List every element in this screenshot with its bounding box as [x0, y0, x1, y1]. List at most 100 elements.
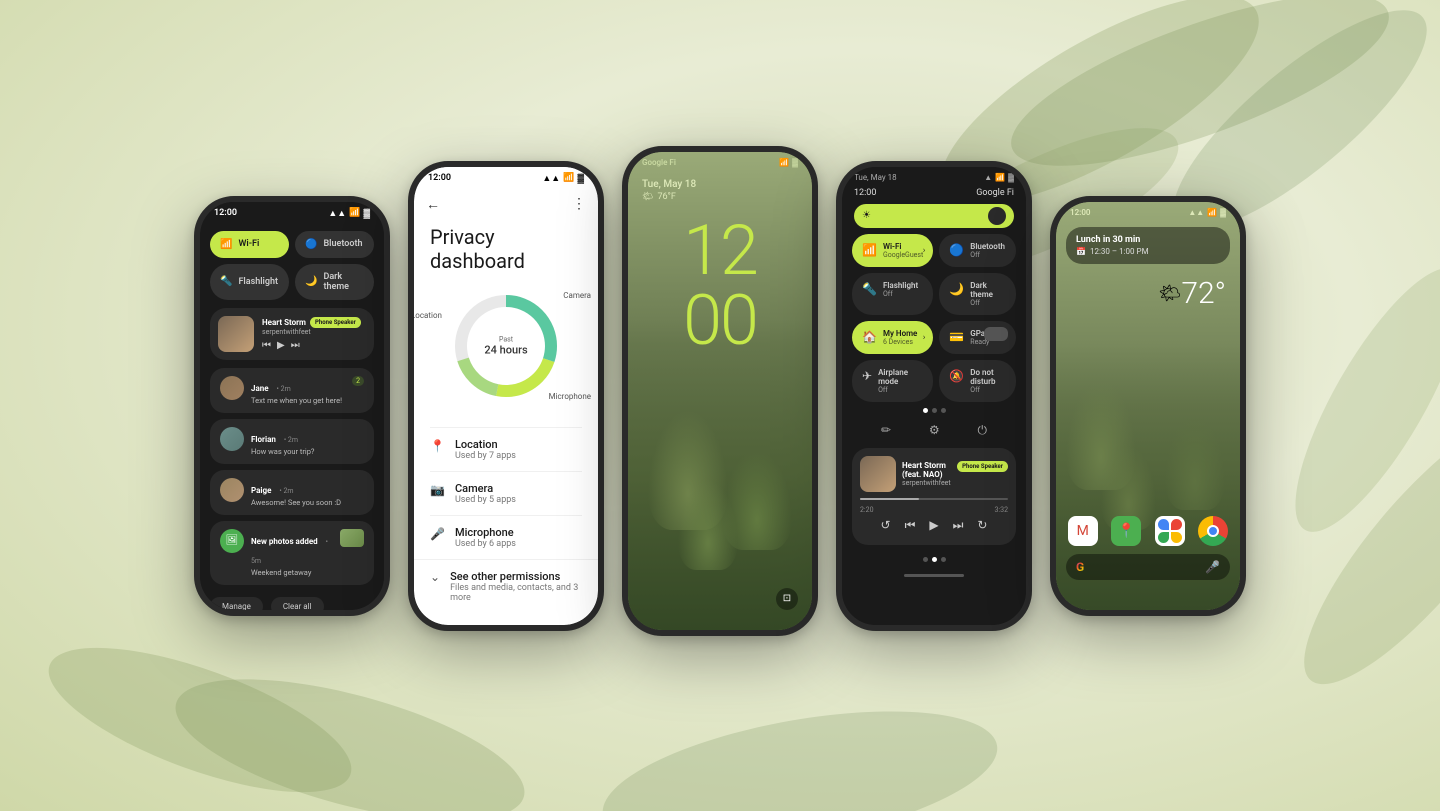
home-search-bar[interactable]: G 🎤	[1066, 554, 1230, 580]
home-calendar-widget[interactable]: Lunch in 30 min 📅 12:30 – 1:00 PM	[1066, 227, 1230, 264]
qs-media-dot-2	[932, 557, 937, 562]
qs-media-artist: serpentwithfeet	[902, 479, 1008, 487]
notif-florian: Florian • 2m How was your trip?	[210, 419, 374, 464]
qs-dnd-name: Do not disturb	[970, 368, 1006, 386]
qs-replay-btn[interactable]: ↺	[881, 518, 891, 533]
qs-media-info: Phone Speaker Heart Storm (feat. NAO) se…	[902, 461, 1008, 487]
donut-value: 24 hours	[484, 343, 527, 356]
bluetooth-tile[interactable]: 🔵 Bluetooth	[295, 231, 374, 258]
lock-time-hours: 12	[628, 216, 812, 286]
perm-microphone[interactable]: 🎤 Microphone Used by 6 apps	[430, 515, 582, 559]
qs-time: 12:00	[854, 188, 876, 198]
see-other-section[interactable]: ⌄ See other permissions Files and media,…	[414, 559, 598, 613]
screenshot-icon: ⊡	[783, 593, 791, 604]
qs-prev-btn[interactable]: ⏮	[905, 518, 916, 533]
qs-bt-info: Bluetooth Off	[970, 242, 1005, 259]
maps-icon[interactable]: 📍	[1111, 516, 1141, 546]
qs-media-dot-1	[923, 557, 928, 562]
qs-airplane-tile[interactable]: ✈ Airplane mode Off	[852, 360, 933, 402]
qs-play-btn[interactable]: ▶	[929, 518, 938, 533]
gmail-icon[interactable]: M	[1068, 516, 1098, 546]
qs-dnd-tile[interactable]: 🔕 Do not disturb Off	[939, 360, 1016, 402]
qs-gpay-tile[interactable]: 💳 GPay Ready	[939, 321, 1016, 354]
phone-1-notifications: 12:00 ▲▲ 📶 ▓ 📶 Wi-Fi 🔵 Bluetoo	[194, 196, 390, 616]
brightness-handle[interactable]	[988, 207, 1006, 225]
power-icon[interactable]: ⏻	[978, 423, 988, 438]
photos-icon[interactable]	[1155, 516, 1185, 546]
qs-flashlight-tile[interactable]: 🔦 Flashlight Off	[852, 273, 933, 315]
qs-dnd-info: Do not disturb Off	[970, 368, 1006, 394]
dark-theme-tile[interactable]: 🌙 Dark theme	[295, 264, 374, 300]
qs-time-end: 3:32	[995, 506, 1009, 514]
qs-bottom-controls: ✏ ⚙ ⏻	[842, 419, 1026, 442]
qs-brightness-slider[interactable]: ☀	[854, 204, 1014, 228]
status-bar-2: 12:00 ▲▲ 📶 ▓	[414, 167, 598, 188]
qs-signal-icon: ▲	[984, 173, 992, 182]
notif-msg-florian: How was your trip?	[251, 447, 364, 456]
lock-time: 12 00	[628, 206, 812, 366]
qs-dark-info: Dark theme Off	[970, 281, 1006, 307]
qs-bt-sub: Off	[970, 251, 1005, 259]
qs-dot-3	[941, 408, 946, 413]
settings-icon[interactable]: ⚙	[929, 423, 940, 438]
qs-status-icons: ▲ 📶 ▓	[984, 173, 1014, 182]
qs-dark-icon: 🌙	[949, 282, 964, 296]
microphone-icon[interactable]: 🎤	[1205, 560, 1220, 574]
qs-dnd-sub: Off	[970, 386, 1006, 394]
qs-bluetooth-tile[interactable]: 🔵 Bluetooth Off	[939, 234, 1016, 267]
quick-settings-screen: Tue, May 18 ▲ 📶 ▓ 12:00 Google Fi ☀	[842, 167, 1026, 625]
notif-jane: Jane • 2m Text me when you get here! 2	[210, 368, 374, 413]
wifi-tile-label: Wi-Fi	[238, 239, 259, 249]
google-logo: G	[1076, 560, 1084, 574]
calendar-icon: 📅	[1076, 247, 1086, 256]
play-btn-1[interactable]: ▶	[277, 340, 285, 351]
qs-forward-btn[interactable]: ↻	[977, 518, 987, 533]
perm-mic-detail: Used by 6 apps	[455, 539, 516, 549]
qs-home-tile[interactable]: 🏠 My Home 6 Devices ›	[852, 321, 933, 354]
phone-3-lockscreen: Google Fi 📶 ▓ Tue, May 18 🌤 76°F 12 00	[622, 146, 818, 636]
phones-container: 12:00 ▲▲ 📶 ▓ 📶 Wi-Fi 🔵 Bluetoo	[0, 0, 1440, 811]
lock-battery-icon: ▓	[792, 158, 798, 167]
notifications-screen: 12:00 ▲▲ 📶 ▓ 📶 Wi-Fi 🔵 Bluetoo	[200, 202, 384, 610]
perm-camera-detail: Used by 5 apps	[455, 495, 516, 505]
home-weather-row: 🌤 72°	[1056, 270, 1240, 317]
qs-time-row: 2:20 3:32	[860, 506, 1008, 514]
gmail-wrapper: M	[1066, 516, 1100, 546]
menu-button[interactable]: ⋮	[572, 196, 586, 212]
qs-wifi-icon: 📶	[995, 173, 1005, 182]
home-temp: 72°	[1181, 276, 1226, 311]
back-button[interactable]: ←	[426, 196, 440, 213]
next-btn-1[interactable]: ⏭	[291, 340, 300, 351]
privacy-donut-chart: Past 24 hours Camera Location Microphone	[441, 281, 571, 411]
quick-tiles: 📶 Wi-Fi 🔵 Bluetooth 🔦 Flashlight 🌙 Dark …	[200, 223, 384, 308]
manage-button[interactable]: Manage	[210, 597, 263, 610]
qs-dark-tile[interactable]: 🌙 Dark theme Off	[939, 273, 1016, 315]
qs-airplane-icon: ✈	[862, 369, 872, 383]
maps-wrapper: 📍	[1110, 516, 1144, 546]
qs-dot-2	[932, 408, 937, 413]
flashlight-tile[interactable]: 🔦 Flashlight	[210, 264, 289, 300]
perm-location-detail: Used by 7 apps	[455, 451, 516, 461]
screenshot-button[interactable]: ⊡	[776, 588, 798, 610]
see-other-label: See other permissions	[450, 570, 582, 583]
qs-time-start: 2:20	[860, 506, 874, 514]
bluetooth-tile-label: Bluetooth	[323, 239, 362, 249]
media-badge-1: Phone Speaker	[310, 317, 361, 328]
perm-location[interactable]: 📍 Location Used by 7 apps	[430, 427, 582, 471]
photos-wrapper	[1153, 516, 1187, 546]
qs-gpay-icon: 💳	[949, 330, 964, 344]
qs-next-btn[interactable]: ⏭	[953, 518, 964, 533]
chrome-icon[interactable]	[1198, 516, 1228, 546]
avatar-paige	[220, 478, 244, 502]
qs-home-sub: 6 Devices	[883, 338, 917, 346]
qs-wifi-tile[interactable]: 📶 Wi-Fi GoogleGuest ›	[852, 234, 933, 267]
perm-camera[interactable]: 📷 Camera Used by 5 apps	[430, 471, 582, 515]
qs-battery-icon: ▓	[1008, 173, 1014, 182]
clear-all-button[interactable]: Clear all	[271, 597, 324, 610]
prev-btn-1[interactable]: ⏮	[262, 340, 271, 351]
qs-airplane-info: Airplane mode Off	[878, 368, 923, 394]
wifi-status-icon: 📶	[349, 208, 360, 218]
wifi-tile[interactable]: 📶 Wi-Fi	[210, 231, 289, 258]
notif-content-florian: Florian • 2m How was your trip?	[251, 427, 364, 456]
edit-icon[interactable]: ✏	[881, 423, 891, 438]
